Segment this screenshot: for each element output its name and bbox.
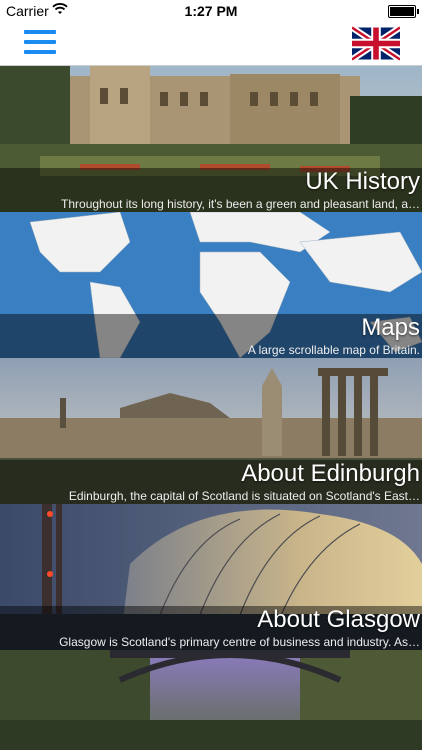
cell-subtitle: A large scrollable map of Britain. (247, 343, 420, 357)
hamburger-menu-icon[interactable] (24, 30, 56, 56)
cell-title: UK History (305, 168, 420, 195)
battery-icon (388, 5, 419, 18)
cell-subtitle: Edinburgh, the capital of Scotland is si… (68, 489, 420, 503)
navigation-bar (0, 20, 422, 66)
cell-subtitle: Throughout its long history, it's been a… (61, 197, 420, 211)
list-item-uk-history[interactable]: UK History Throughout its long history, … (0, 66, 422, 212)
topics-list[interactable]: UK History Throughout its long history, … (0, 66, 422, 750)
list-item-maps[interactable]: Maps A large scrollable map of Britain. (0, 212, 422, 358)
list-item-about-edinburgh[interactable]: About Edinburgh Edinburgh, the capital o… (0, 358, 422, 504)
cell-title: About Edinburgh (241, 460, 420, 487)
clock-label: 1:27 PM (184, 3, 238, 19)
list-item-bridge[interactable] (0, 650, 422, 750)
uk-flag-icon[interactable] (352, 26, 400, 61)
iron-bridge-image (0, 650, 422, 750)
cell-title: Maps (361, 314, 420, 341)
cell-subtitle: Glasgow is Scotland's primary centre of … (59, 635, 420, 649)
status-bar: Carrier 1:27 PM (0, 0, 422, 20)
list-item-about-glasgow[interactable]: About Glasgow Glasgow is Scotland's prim… (0, 504, 422, 650)
cell-title: About Glasgow (257, 606, 420, 633)
